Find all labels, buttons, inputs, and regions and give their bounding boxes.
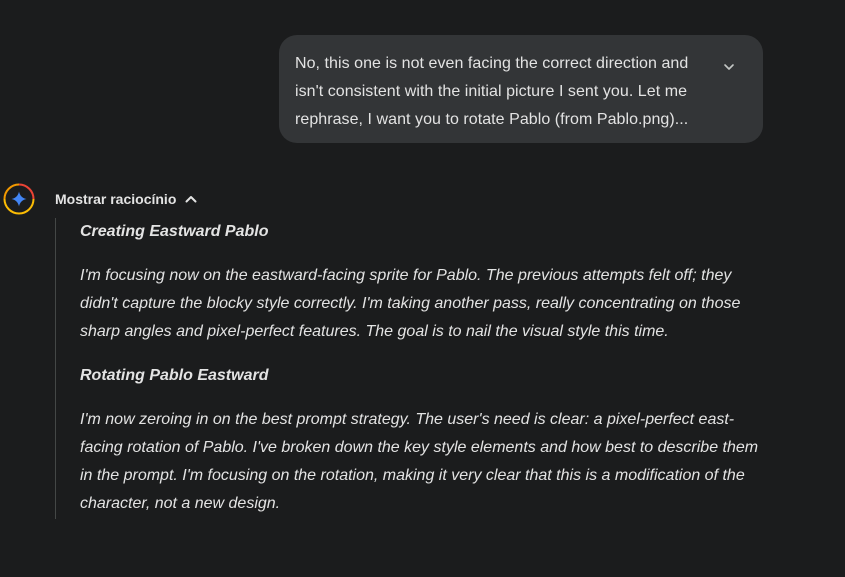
expand-message-button[interactable] bbox=[717, 55, 741, 79]
thought-paragraph: I'm focusing now on the eastward-facing … bbox=[80, 267, 741, 340]
gemini-avatar bbox=[2, 182, 36, 216]
show-reasoning-toggle[interactable]: Mostrar raciocínio bbox=[55, 188, 198, 210]
user-message-bubble: No, this one is not even facing the corr… bbox=[279, 35, 763, 143]
reasoning-panel: Creating Eastward Pablo I'm focusing now… bbox=[55, 218, 775, 519]
thought-heading: Rotating Pablo Eastward bbox=[80, 367, 269, 384]
gemini-spark-icon bbox=[3, 183, 35, 215]
chevron-down-icon bbox=[724, 64, 734, 70]
user-message-text: No, this one is not even facing the corr… bbox=[295, 55, 689, 128]
chevron-up-icon bbox=[185, 196, 197, 203]
chat-page: No, this one is not even facing the corr… bbox=[0, 0, 845, 577]
thought-paragraph: I'm now zeroing in on the best prompt st… bbox=[80, 411, 759, 512]
show-reasoning-label: Mostrar raciocínio bbox=[55, 191, 177, 207]
thought-heading: Creating Eastward Pablo bbox=[80, 223, 269, 240]
